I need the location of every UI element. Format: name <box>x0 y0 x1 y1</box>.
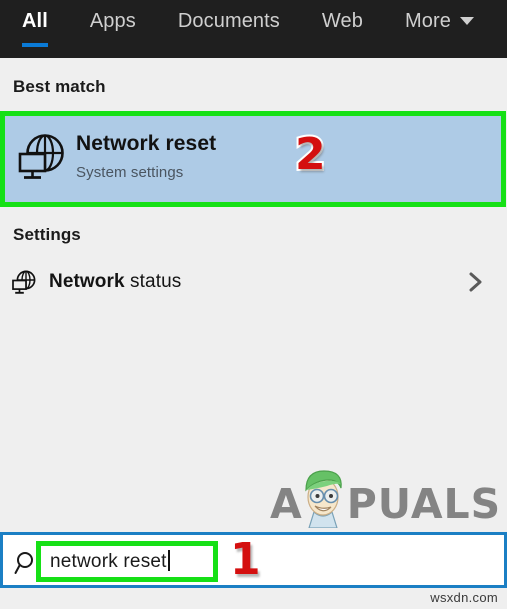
tab-documents-label: Documents <box>177 10 280 32</box>
chevron-down-icon <box>459 17 474 25</box>
network-globe-monitor-icon <box>10 269 38 297</box>
tab-all[interactable]: All <box>22 9 48 47</box>
settings-item-label-bold: Network <box>49 271 125 292</box>
site-watermark: wsxdn.com <box>430 590 498 605</box>
tab-selected-underline <box>22 43 48 47</box>
best-match-subtitle: System settings <box>76 164 184 181</box>
search-input[interactable]: network reset <box>50 549 170 575</box>
network-globe-monitor-icon <box>14 131 70 187</box>
appuals-mascot-icon <box>297 466 349 529</box>
best-match-labels: Network reset System settings <box>76 129 216 185</box>
chevron-right-icon[interactable] <box>467 271 485 293</box>
tab-documents[interactable]: Documents <box>178 9 280 33</box>
tab-more[interactable]: More <box>405 9 474 33</box>
best-match-section-header: Best match <box>13 77 106 96</box>
best-match-result[interactable]: Network reset System settings <box>4 115 502 203</box>
annotation-badge-2: 2 <box>293 129 328 180</box>
settings-section-header: Settings <box>13 225 81 244</box>
tab-web-label: Web <box>321 10 363 32</box>
tab-apps[interactable]: Apps <box>90 9 136 33</box>
tab-all-label: All <box>22 10 48 32</box>
search-input-value: network reset <box>50 551 167 572</box>
appuals-logo-watermark: A PUALS <box>270 466 500 529</box>
text-cursor <box>167 550 170 571</box>
annotation-badge-1: 1 <box>228 534 263 585</box>
windows-search-panel: All Apps Documents Web More Best match N… <box>0 0 507 609</box>
best-match-title: Network reset <box>76 132 217 155</box>
tab-more-label: More <box>404 10 451 32</box>
search-results-body: Best match Network reset System settings <box>0 58 507 532</box>
tab-web[interactable]: Web <box>322 9 363 33</box>
tab-apps-label: Apps <box>89 10 136 32</box>
search-filter-tabbar: All Apps Documents Web More <box>0 0 507 58</box>
settings-item-label-regular: status <box>124 271 182 292</box>
tab-list: All Apps Documents Web More <box>0 0 507 58</box>
settings-item-network-status[interactable]: Network status <box>0 256 507 310</box>
settings-item-label: Network status <box>49 269 181 295</box>
